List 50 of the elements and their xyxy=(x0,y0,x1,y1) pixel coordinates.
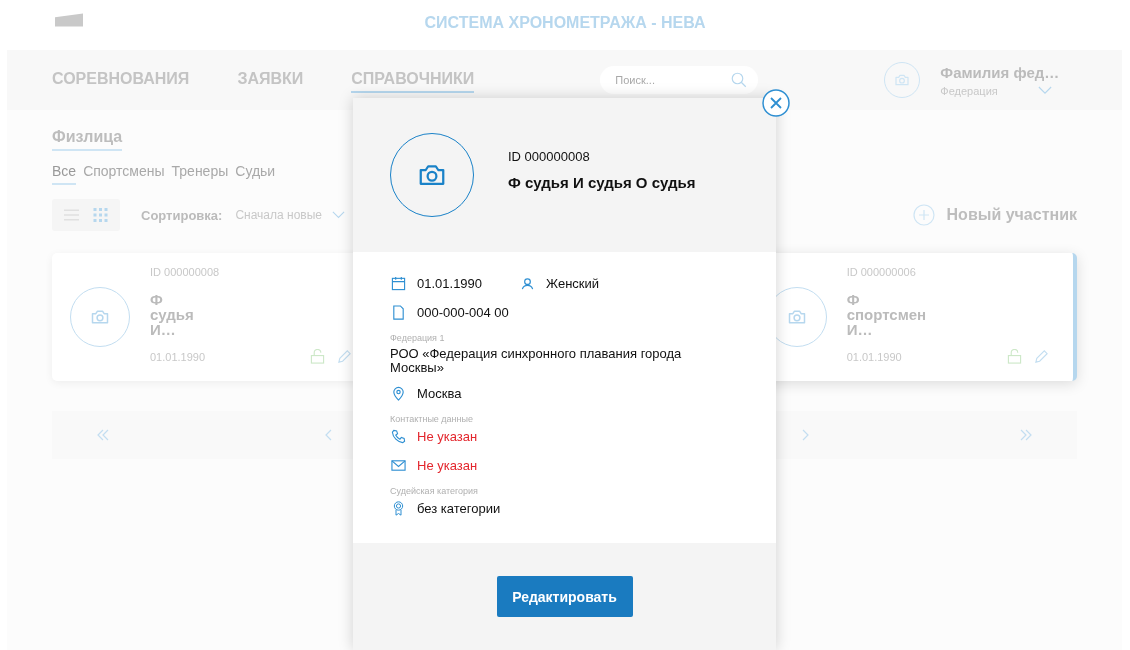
gender: Женский xyxy=(546,275,600,291)
lock-icon[interactable] xyxy=(310,349,326,364)
logo-icon xyxy=(55,13,83,27)
birth-date: 01.01.1990 xyxy=(417,275,483,291)
filter-tab[interactable]: Тренеры xyxy=(171,163,229,185)
location-pin-icon xyxy=(391,385,406,401)
participant-name: Ф судья И судья О судья xyxy=(508,174,696,191)
last-page-icon[interactable] xyxy=(1019,429,1033,441)
filter-tab[interactable]: Все xyxy=(52,163,77,185)
field-label: Судейская категория xyxy=(390,486,479,496)
judge-category: без категории xyxy=(417,500,501,516)
participant-name: Ф судья И… xyxy=(150,292,194,337)
chevron-down-icon xyxy=(1037,86,1052,95)
envelope-icon xyxy=(391,457,406,473)
previous-page-icon[interactable] xyxy=(324,429,333,441)
document-icon xyxy=(391,304,406,320)
edit-icon[interactable] xyxy=(337,349,353,364)
lock-icon[interactable] xyxy=(1007,349,1022,364)
edit-icon[interactable] xyxy=(1034,349,1049,364)
city: Москва xyxy=(417,385,462,401)
filter-tab[interactable]: Спортсмены xyxy=(83,163,165,185)
email-address: Не указан xyxy=(417,457,478,473)
app-title: СИСТЕМА ХРОНОМЕТРАЖА - НЕВА xyxy=(424,14,706,32)
person-icon xyxy=(520,275,536,291)
federation-name: РОО «Федерация синхронного плавания города Москвы» xyxy=(390,347,683,375)
grid-view-icon[interactable] xyxy=(93,208,108,222)
next-page-icon[interactable] xyxy=(801,429,810,441)
camera-icon xyxy=(894,72,911,88)
calendar-icon xyxy=(391,275,406,291)
filter-tab[interactable]: Судьи xyxy=(235,163,276,185)
document-number: 000-000-004 00 xyxy=(417,304,509,320)
phone-number: Не указан xyxy=(417,428,478,444)
participant-id: ID 000000008 xyxy=(508,149,591,164)
plus-icon xyxy=(912,204,935,226)
participant-name: Ф спортсмен И… xyxy=(846,292,927,337)
chevron-down-icon xyxy=(332,211,346,219)
field-label: Федерация 1 xyxy=(390,333,446,343)
edit-button[interactable]: Редактировать xyxy=(496,576,633,617)
camera-icon xyxy=(89,307,111,327)
sort-label: Сортировка: xyxy=(141,207,223,223)
search-icon xyxy=(730,71,749,89)
user-name: Фамилия фед… xyxy=(940,63,1060,81)
new-participant-button[interactable]: Новый участник xyxy=(912,204,1077,226)
search-field[interactable]: Поиск... xyxy=(600,66,759,94)
award-icon xyxy=(391,500,406,516)
first-page-icon[interactable] xyxy=(96,429,110,441)
close-icon[interactable] xyxy=(762,89,790,117)
phone-icon xyxy=(391,428,406,444)
field-label: Контактные данные xyxy=(390,414,475,424)
section-title: Физлица xyxy=(52,128,123,151)
